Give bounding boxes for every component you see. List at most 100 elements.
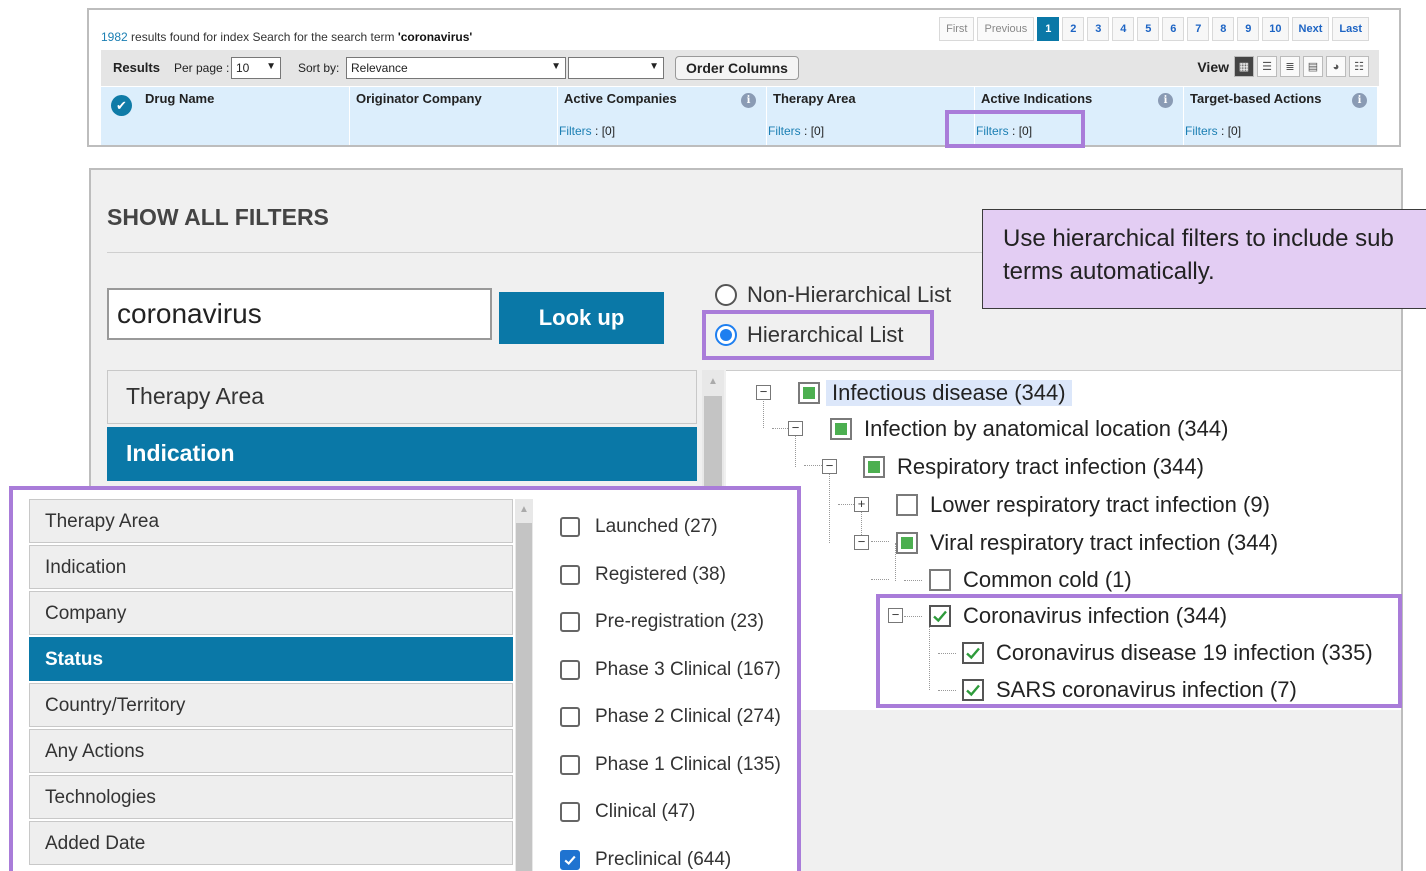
tree-node[interactable]: Common cold (1): [929, 564, 1132, 596]
results-summary-text: results found for index Search for the s…: [131, 30, 395, 44]
page-link-8[interactable]: 8: [1212, 17, 1235, 41]
column-therapy-area[interactable]: Therapy Area Filters : [0]: [766, 87, 974, 145]
tree-checkbox[interactable]: [896, 494, 918, 516]
popup-category-therapy-area[interactable]: Therapy Area: [29, 499, 513, 543]
radio-non-hierarchical[interactable]: Non-Hierarchical List: [715, 282, 951, 308]
scrollbar[interactable]: ▲: [702, 370, 724, 490]
sort-by-select[interactable]: Relevance ▼: [346, 57, 566, 79]
tree-checkbox[interactable]: [798, 382, 820, 404]
tree-node[interactable]: Lower respiratory tract infection (9): [896, 489, 1270, 521]
page-link-3[interactable]: 3: [1087, 17, 1110, 41]
filter-search-input[interactable]: [107, 288, 492, 340]
status-option[interactable]: Phase 3 Clinical (167): [560, 659, 781, 681]
tree-node[interactable]: Infectious disease (344): [798, 377, 1072, 409]
page-link-last[interactable]: Last: [1332, 17, 1369, 41]
tree-node[interactable]: Respiratory tract infection (344): [863, 451, 1204, 483]
scrollbar-thumb[interactable]: [516, 523, 532, 871]
status-option[interactable]: Preclinical (644): [560, 849, 731, 871]
status-option[interactable]: Launched (27): [560, 516, 718, 538]
status-checkbox[interactable]: [560, 707, 580, 727]
popup-category-added-date[interactable]: Added Date: [29, 821, 513, 865]
status-checkbox[interactable]: [560, 754, 580, 775]
column-filter[interactable]: Filters : [0]: [1185, 124, 1241, 138]
grid-view-icon[interactable]: ▦: [1234, 56, 1254, 77]
scrollbar-thumb[interactable]: [704, 396, 722, 486]
popup-category-technologies[interactable]: Technologies: [29, 775, 513, 819]
popup-category-company[interactable]: Company: [29, 591, 513, 635]
order-columns-button[interactable]: Order Columns: [675, 56, 799, 80]
scrollbar[interactable]: ▲: [515, 499, 533, 871]
status-checkbox[interactable]: [560, 849, 580, 870]
status-option[interactable]: Phase 1 Clinical (135): [560, 754, 781, 776]
column-filter[interactable]: Filters : [0]: [768, 124, 824, 138]
status-option[interactable]: Clinical (47): [560, 801, 695, 823]
info-icon[interactable]: i: [741, 93, 756, 108]
scroll-up-arrow-icon[interactable]: ▲: [519, 504, 529, 515]
column-filter[interactable]: Filters : [0]: [559, 124, 615, 138]
column-drug-name[interactable]: Drug Name: [101, 87, 349, 145]
popup-category-country-territory[interactable]: Country/Territory: [29, 683, 513, 727]
per-page-select[interactable]: 10 ▼: [231, 57, 281, 79]
tree-checkbox[interactable]: [896, 532, 918, 554]
page-link-1[interactable]: 1: [1037, 17, 1060, 41]
filters-link[interactable]: Filters: [1185, 124, 1218, 138]
status-checkbox[interactable]: [560, 802, 580, 822]
status-checkbox[interactable]: [560, 659, 580, 680]
radio-button[interactable]: [715, 284, 737, 306]
status-option-label: Phase 3 Clinical (167): [595, 658, 781, 680]
page-link-next[interactable]: Next: [1291, 17, 1330, 41]
tree-checkbox[interactable]: [863, 456, 885, 478]
status-checkbox[interactable]: [560, 517, 580, 537]
filter-category-therapy-area[interactable]: Therapy Area: [107, 370, 697, 424]
scroll-up-arrow-icon[interactable]: ▲: [708, 376, 718, 387]
results-search-term: 'coronavirus': [397, 30, 473, 44]
tree-node[interactable]: Viral respiratory tract infection (344): [896, 527, 1278, 559]
filters-link[interactable]: Filters: [559, 124, 592, 138]
info-icon[interactable]: i: [1352, 93, 1367, 108]
status-checkbox[interactable]: [560, 564, 580, 585]
tree-checkbox[interactable]: [830, 418, 852, 440]
page-link-6[interactable]: 6: [1162, 17, 1185, 41]
page-link-first[interactable]: First: [939, 17, 975, 41]
highlight-coronavirus-subtree: [876, 594, 1402, 708]
page-link-2[interactable]: 2: [1062, 17, 1085, 41]
tree-node[interactable]: Infection by anatomical location (344): [830, 413, 1228, 445]
minus-box-icon[interactable]: −: [854, 535, 869, 550]
chevron-down-icon: ▼: [551, 61, 561, 72]
page-link-7[interactable]: 7: [1187, 17, 1210, 41]
pie-chart-view-icon[interactable]: ◕: [1326, 56, 1346, 77]
column-originator-company[interactable]: Originator Company: [349, 87, 557, 145]
page-link-9[interactable]: 9: [1237, 17, 1260, 41]
filter-category-indication[interactable]: Indication: [107, 427, 697, 481]
minus-box-icon[interactable]: −: [788, 421, 803, 436]
column-target-based-actions[interactable]: Target-based Actions i Filters : [0]: [1183, 87, 1377, 145]
status-option[interactable]: Phase 2 Clinical (274): [560, 706, 781, 728]
look-up-button[interactable]: Look up: [499, 292, 664, 344]
detail-view-icon[interactable]: ≣: [1280, 56, 1300, 77]
status-checkbox[interactable]: [560, 612, 580, 632]
status-option[interactable]: Pre-registration (23): [560, 611, 764, 633]
page-link-5[interactable]: 5: [1137, 17, 1160, 41]
tree-checkbox[interactable]: [929, 569, 951, 591]
minus-box-icon[interactable]: −: [756, 385, 771, 400]
popup-category-status[interactable]: Status: [29, 637, 513, 681]
popup-category-any-actions[interactable]: Any Actions: [29, 729, 513, 773]
page-link-10[interactable]: 10: [1262, 17, 1289, 41]
page-link-4[interactable]: 4: [1112, 17, 1135, 41]
plus-box-icon[interactable]: +: [854, 497, 869, 512]
minus-box-icon[interactable]: −: [822, 459, 837, 474]
sort-by-value: Relevance: [351, 61, 408, 75]
sort-secondary-select[interactable]: ▼: [568, 57, 664, 79]
bar-chart-view-icon[interactable]: ▤: [1303, 56, 1323, 77]
popup-category-indication[interactable]: Indication: [29, 545, 513, 589]
status-option-label: Registered (38): [595, 563, 726, 585]
list-view-icon[interactable]: ☰: [1257, 56, 1277, 77]
status-option[interactable]: Registered (38): [560, 564, 726, 586]
status-option-label: Pre-registration (23): [595, 611, 764, 632]
view-label: View: [1197, 58, 1229, 75]
filters-link[interactable]: Filters: [768, 124, 801, 138]
column-active-companies[interactable]: Active Companies i Filters : [0]: [557, 87, 766, 145]
info-icon[interactable]: i: [1158, 93, 1173, 108]
page-link-previous[interactable]: Previous: [977, 17, 1035, 41]
summary-view-icon[interactable]: ☷: [1349, 56, 1369, 77]
